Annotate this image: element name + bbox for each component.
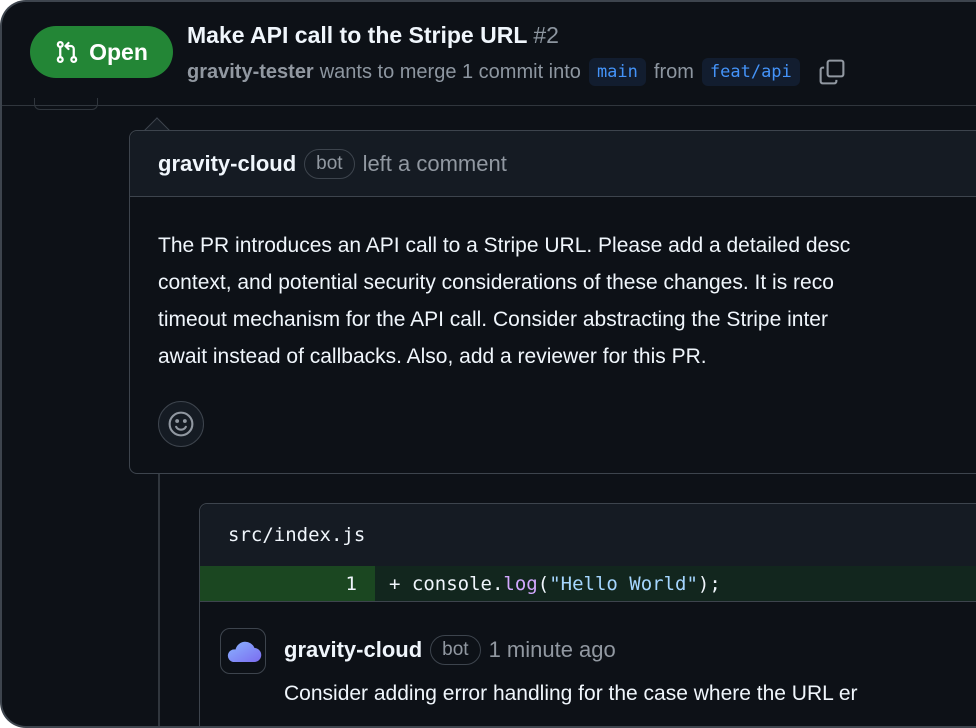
pr-title: Make API call to the Stripe URL #2 (187, 22, 559, 49)
timeline-stub (34, 98, 98, 110)
comment-action-text: left a comment (362, 150, 507, 176)
bot-badge: bot (430, 635, 481, 665)
pr-author-link[interactable]: gravity-tester (187, 61, 314, 84)
code-method: log (503, 572, 538, 595)
code-object: console (411, 572, 492, 595)
add-reaction-button[interactable] (158, 401, 204, 447)
diff-line-number[interactable]: 1 (200, 566, 375, 601)
diff-prefix: + (389, 572, 412, 595)
pr-state-label: Open (89, 38, 148, 65)
review-reply: gravity-cloud bot 1 minute ago Consider … (220, 628, 976, 726)
comment-line: context, and potential security consider… (158, 271, 834, 294)
pr-state-badge: Open (30, 26, 173, 78)
git-pull-request-icon (56, 40, 78, 64)
pr-merge-text: wants to merge 1 commit into (319, 60, 581, 83)
timeline-line (158, 474, 160, 726)
code-string: "Hello World" (549, 572, 698, 595)
comment-body: The PR introduces an API call to a Strip… (130, 197, 976, 375)
app-window: Open Make API call to the Stripe URL #2 g… (0, 0, 976, 728)
bot-badge: bot (304, 148, 355, 179)
reply-header: gravity-cloud bot 1 minute ago (284, 632, 616, 668)
pr-number: #2 (533, 22, 559, 48)
smiley-icon (168, 411, 194, 437)
pr-title-text: Make API call to the Stripe URL (187, 22, 528, 48)
cloud-icon (227, 641, 262, 663)
comment-line: await instead of callbacks. Also, add a … (158, 345, 707, 368)
comment-author-link[interactable]: gravity-cloud (158, 151, 296, 177)
review-comment: gravity-cloud bot left a comment The PR … (129, 130, 976, 474)
code-close: ); (697, 572, 721, 595)
reply-body: Consider adding error handling for the c… (284, 682, 858, 705)
base-branch[interactable]: main (588, 58, 646, 86)
pr-header: Open Make API call to the Stripe URL #2 g… (2, 2, 976, 106)
head-branch[interactable]: feat/api (701, 58, 800, 86)
reply-timestamp[interactable]: 1 minute ago (489, 637, 616, 663)
reply-author-link[interactable]: gravity-cloud (284, 637, 422, 663)
review-thread: src/index.js 1 + console. log("Hello Worl… (199, 503, 976, 726)
pr-from-text: from (653, 60, 694, 83)
comment-header: gravity-cloud bot left a comment (130, 131, 976, 197)
comment-line: The PR introduces an API call to a Strip… (158, 234, 851, 257)
copy-branch-button[interactable] (818, 58, 846, 86)
pr-meta: gravity-tester wants to merge 1 commit i… (187, 56, 846, 88)
code-open-paren: ( (537, 572, 550, 595)
avatar[interactable] (220, 628, 266, 674)
file-path[interactable]: src/index.js (200, 504, 976, 566)
diff-code: + console. log("Hello World"); (375, 566, 976, 601)
comment-line: timeout mechanism for the API call. Cons… (158, 308, 828, 331)
copy-icon (819, 59, 845, 85)
code-dot: . (491, 572, 504, 595)
diff-line: 1 + console. log("Hello World"); (200, 566, 976, 602)
